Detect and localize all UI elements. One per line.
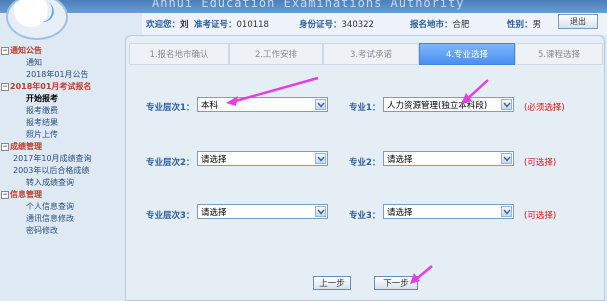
chevron-down-icon[interactable] — [501, 206, 512, 217]
major1-select[interactable]: 人力资源管理(独立本科段) — [383, 97, 514, 112]
header-banner: Anhui Education Examinations Authority — [0, 0, 607, 13]
logo-mark — [26, 0, 58, 26]
major3-value: 请选择 — [387, 208, 413, 218]
major2-select[interactable]: 请选择 — [383, 151, 514, 166]
sidebar-item-transfer-scores[interactable]: 转入成绩查询 — [26, 177, 74, 188]
id-number: 身份证号：340322 — [299, 20, 374, 30]
logo — [6, 0, 68, 40]
sidebar-item-results[interactable]: 报考结果 — [26, 117, 58, 128]
major2-label: 专业2： — [349, 158, 381, 168]
optional-hint: (可选择) — [524, 211, 557, 221]
step-city-confirm: 1.报名地市确认 — [129, 43, 229, 65]
sidebar-item-password[interactable]: 密码修改 — [26, 225, 58, 236]
prev-button[interactable]: 上一步 — [313, 276, 351, 290]
sidebar-group-notices[interactable]: − 通知公告 — [1, 45, 42, 56]
level1-value: 本科 — [201, 101, 219, 111]
sidebar-item-photo-upload[interactable]: 照片上传 — [26, 129, 58, 140]
collapse-icon[interactable]: − — [1, 82, 9, 91]
step-commitment: 3.考试承诺 — [323, 43, 419, 65]
sidebar-item-notice[interactable]: 通知 — [26, 57, 42, 68]
level2-select[interactable]: 请选择 — [197, 151, 328, 166]
sidebar-item-contact-edit[interactable]: 通讯信息修改 — [26, 213, 74, 224]
level3-value: 请选择 — [201, 208, 227, 218]
chevron-down-icon[interactable] — [315, 153, 326, 164]
major2-value: 请选择 — [387, 155, 413, 165]
exit-button[interactable]: 退出 — [558, 14, 598, 29]
sidebar-item-passed-scores[interactable]: 2003年以后合格成绩 — [13, 165, 89, 176]
collapse-icon[interactable]: − — [1, 190, 9, 199]
collapse-icon[interactable]: − — [1, 142, 9, 151]
optional-hint: (可选择) — [524, 158, 557, 168]
sidebar-item-score-query[interactable]: 2017年10月成绩查询 — [13, 153, 92, 164]
step-major-select: 4.专业选择 — [419, 43, 515, 65]
sidebar-item-payment[interactable]: 报考缴费 — [26, 105, 58, 116]
welcome-text: 欢迎您：刘 — [146, 20, 189, 30]
chevron-down-icon[interactable] — [315, 206, 326, 217]
banner-title: Anhui Education Examinations Authority — [152, 0, 465, 10]
sidebar-item-personal-info[interactable]: 个人信息查询 — [26, 201, 74, 212]
chevron-down-icon[interactable] — [315, 99, 326, 110]
main-panel — [125, 35, 605, 301]
major3-select[interactable]: 请选择 — [383, 204, 514, 219]
level1-select[interactable]: 本科 — [197, 97, 328, 112]
required-hint: (必须选择) — [524, 103, 565, 113]
ticket-number: 准考证号：010118 — [194, 20, 269, 30]
sidebar-item-start-registration[interactable]: 开始报考 — [26, 93, 58, 104]
next-button[interactable]: 下一步 — [374, 276, 418, 290]
level1-label: 专业层次1： — [146, 103, 195, 113]
chevron-down-icon[interactable] — [501, 99, 512, 110]
major1-label: 专业1： — [349, 103, 381, 113]
level2-label: 专业层次2： — [146, 158, 195, 168]
step-work: 2.工作安排 — [229, 43, 323, 65]
sidebar-group-registration[interactable]: −2018年01月考试报名 — [1, 81, 91, 92]
collapse-icon[interactable]: − — [1, 46, 9, 55]
level3-label: 专业层次3： — [146, 211, 195, 221]
registration-city: 报名地市：合肥 — [410, 20, 470, 30]
sidebar-item-announcement[interactable]: 2018年01月公告 — [26, 69, 89, 80]
level2-value: 请选择 — [201, 155, 227, 165]
major1-value: 人力资源管理(独立本科段) — [387, 101, 488, 111]
sidebar-group-info[interactable]: − 信息管理 — [1, 189, 42, 200]
gender: 性别：男 — [507, 20, 542, 30]
chevron-down-icon[interactable] — [501, 153, 512, 164]
step-course-select: 5.课程选择 — [515, 43, 603, 65]
major3-label: 专业3： — [349, 211, 381, 221]
level3-select[interactable]: 请选择 — [197, 204, 328, 219]
sidebar-group-scores[interactable]: − 成绩管理 — [1, 141, 42, 152]
